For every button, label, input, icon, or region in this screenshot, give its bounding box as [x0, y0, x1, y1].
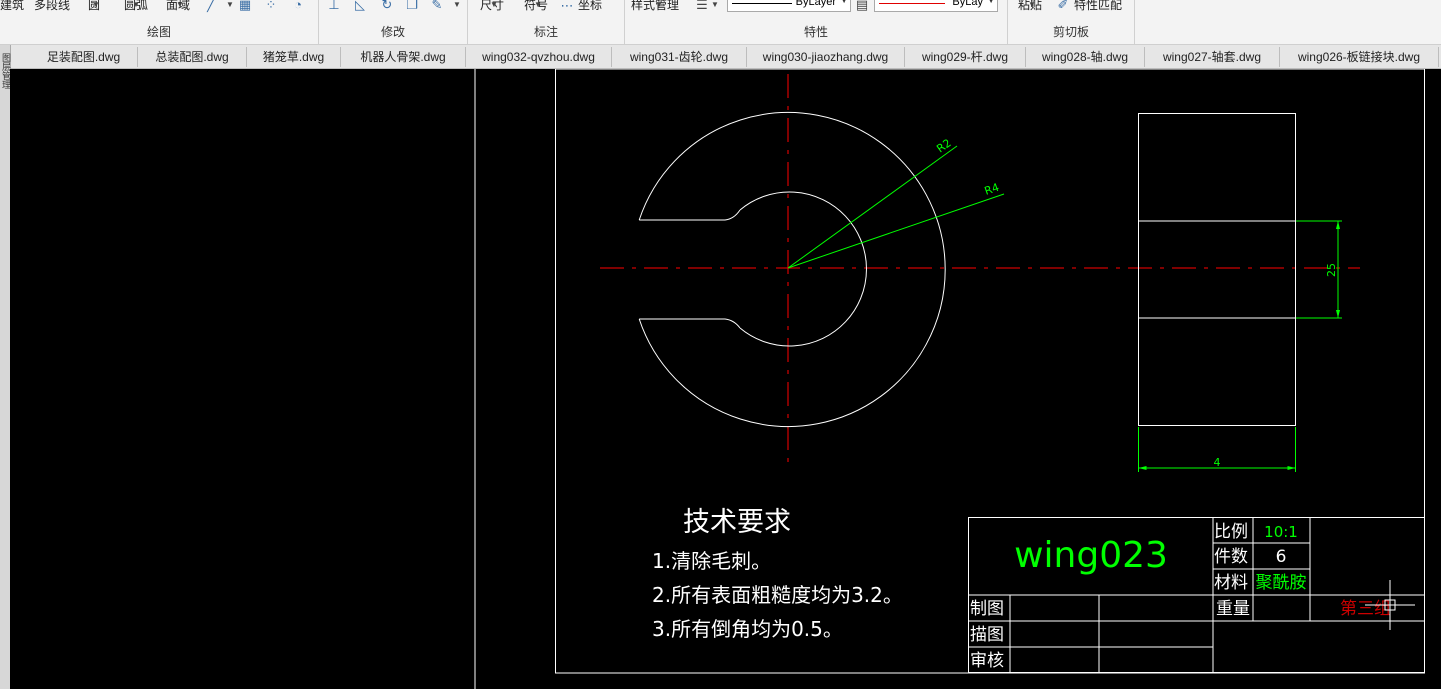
color-select[interactable]: ByLay ▼	[874, 0, 998, 12]
modify-group: ⊥ ◺ ↻ ❐ ✎ ▼ 修改	[319, 0, 468, 44]
boundary-icon[interactable]: ◔	[291, 0, 305, 12]
part-name: wing023	[1014, 535, 1168, 576]
tab-document[interactable]: wing027-轴套.dwg	[1145, 47, 1280, 67]
coordinate-icon[interactable]: ⋯	[560, 0, 574, 13]
tech-requirement-item: 1.清除毛刺。	[652, 549, 771, 573]
tab-document[interactable]: 机器人骨架.dwg	[341, 47, 466, 67]
lineweight-icon[interactable]: ☰	[695, 0, 709, 12]
stretch-icon[interactable]: ⊥	[327, 0, 341, 12]
document-tab-bar: 足装配图.dwg 总装配图.dwg 猪笼草.dwg 机器人骨架.dwg wing…	[0, 45, 1441, 69]
linetype-dropdown-arrow[interactable]: ▼	[840, 0, 848, 5]
draw-group-label: 绘图	[146, 25, 171, 39]
dim-25-text: 25	[1325, 263, 1338, 277]
region-dropdown-arrow[interactable]: ▼	[176, 0, 184, 9]
count-label: 件数	[1214, 547, 1248, 567]
rotate-icon[interactable]: ↻	[380, 0, 394, 12]
drawing-canvas[interactable]: R2 R4 25 4 技术要求 1.清除毛刺。 2.所有表面粗糙度均为3.2。 …	[10, 69, 1441, 689]
linetype-select[interactable]: ByLayer ▼	[727, 0, 851, 12]
linetype-value: ByLayer	[795, 0, 836, 8]
symbol-dropdown-arrow[interactable]: ▼	[534, 0, 542, 9]
tab-document[interactable]: wing032-qvzhou.dwg	[466, 47, 612, 67]
material-label: 材料	[1214, 573, 1248, 593]
tech-requirement-item: 3.所有倒角均为0.5。	[652, 617, 843, 641]
modify-dropdown-arrow[interactable]: ▼	[453, 0, 461, 9]
tab-document[interactable]: 猪笼草.dwg	[247, 47, 341, 67]
edit-icon[interactable]: ✎	[430, 0, 444, 12]
group-mark: 第三组	[1340, 599, 1391, 619]
tech-requirement-item: 2.所有表面粗糙度均为3.2。	[652, 583, 903, 607]
lineweight-dropdown-arrow[interactable]: ▼	[711, 0, 719, 9]
tab-document[interactable]: wing028-轴.dwg	[1026, 47, 1145, 67]
tab-document[interactable]: wing030-jiaozhang.dwg	[747, 47, 905, 67]
match-properties-icon[interactable]: ✐	[1056, 0, 1070, 12]
checked-by-label: 审核	[970, 651, 1004, 671]
paste-dropdown-arrow[interactable]: ▼	[1028, 0, 1036, 9]
modify-group-label: 修改	[380, 25, 405, 39]
drawn-by-label: 制图	[970, 599, 1004, 619]
dim-4-text: 4	[1214, 456, 1221, 469]
annotate-group: 尺寸 ▼ 符号 ▼ ⋯ 坐标 标注	[468, 0, 625, 44]
coordinate-tool[interactable]: 坐标	[578, 0, 602, 13]
line-dropdown-arrow[interactable]: ▼	[226, 0, 234, 9]
tab-document[interactable]: wing026-板链接块.dwg	[1280, 47, 1439, 67]
properties-group: 样式管理 ▼ ☰ ▼ ByLayer ▼ ▤ ByLay ▼ 特性	[625, 0, 1008, 44]
arc-dropdown-arrow[interactable]: ▼	[132, 0, 140, 9]
polyline-tool[interactable]: 多段线	[34, 0, 70, 13]
tab-document[interactable]: wing029-杆.dwg	[905, 47, 1026, 67]
circle-dropdown-arrow[interactable]: ▼	[92, 0, 100, 9]
tech-requirements-title: 技术要求	[683, 507, 791, 538]
clipboard-group: 粘贴 ▼ ✐ 特性匹配 剪切板	[1008, 0, 1135, 44]
material-value: 聚酰胺	[1256, 573, 1307, 593]
line-icon[interactable]: ╱	[204, 0, 218, 12]
scale-value: 10:1	[1264, 523, 1298, 541]
scale-icon[interactable]: ◺	[353, 0, 367, 12]
match-properties-tool[interactable]: 特性匹配	[1074, 0, 1122, 13]
color-value: ByLay	[952, 0, 983, 8]
clipboard-group-label: 剪切板	[1052, 25, 1089, 39]
style-dropdown-arrow[interactable]: ▼	[655, 0, 663, 9]
ribbon: 建筑 多段线 圆 ▼ 圆弧 ▼ 面域 ▼ ╱ ▼ ▦ ⁘ ◔ 绘图 ⊥ ◺ ↻ …	[0, 0, 1441, 45]
count-value: 6	[1276, 547, 1287, 567]
tab-document[interactable]: wing031-齿轮.dwg	[612, 47, 747, 67]
traced-by-label: 描图	[970, 625, 1004, 645]
annotate-group-label: 标注	[533, 25, 558, 39]
wall-tool[interactable]: 建筑	[0, 0, 24, 13]
weight-label: 重量	[1216, 599, 1250, 619]
scale-label: 比例	[1214, 522, 1248, 542]
color-icon[interactable]: ▤	[855, 0, 869, 12]
tab-document[interactable]: 总装配图.dwg	[138, 47, 247, 67]
tab-document[interactable]: 足装配图.dwg	[30, 47, 138, 67]
copy-icon[interactable]: ❐	[405, 0, 419, 12]
properties-group-label: 特性	[803, 25, 828, 39]
draw-group: 建筑 多段线 圆 ▼ 圆弧 ▼ 面域 ▼ ╱ ▼ ▦ ⁘ ◔ 绘图	[0, 0, 319, 44]
color-dropdown-arrow[interactable]: ▼	[987, 0, 995, 5]
hatch-icon[interactable]: ▦	[238, 0, 252, 12]
array-icon[interactable]: ⁘	[264, 0, 278, 12]
dimension-dropdown-arrow[interactable]: ▼	[490, 0, 498, 9]
